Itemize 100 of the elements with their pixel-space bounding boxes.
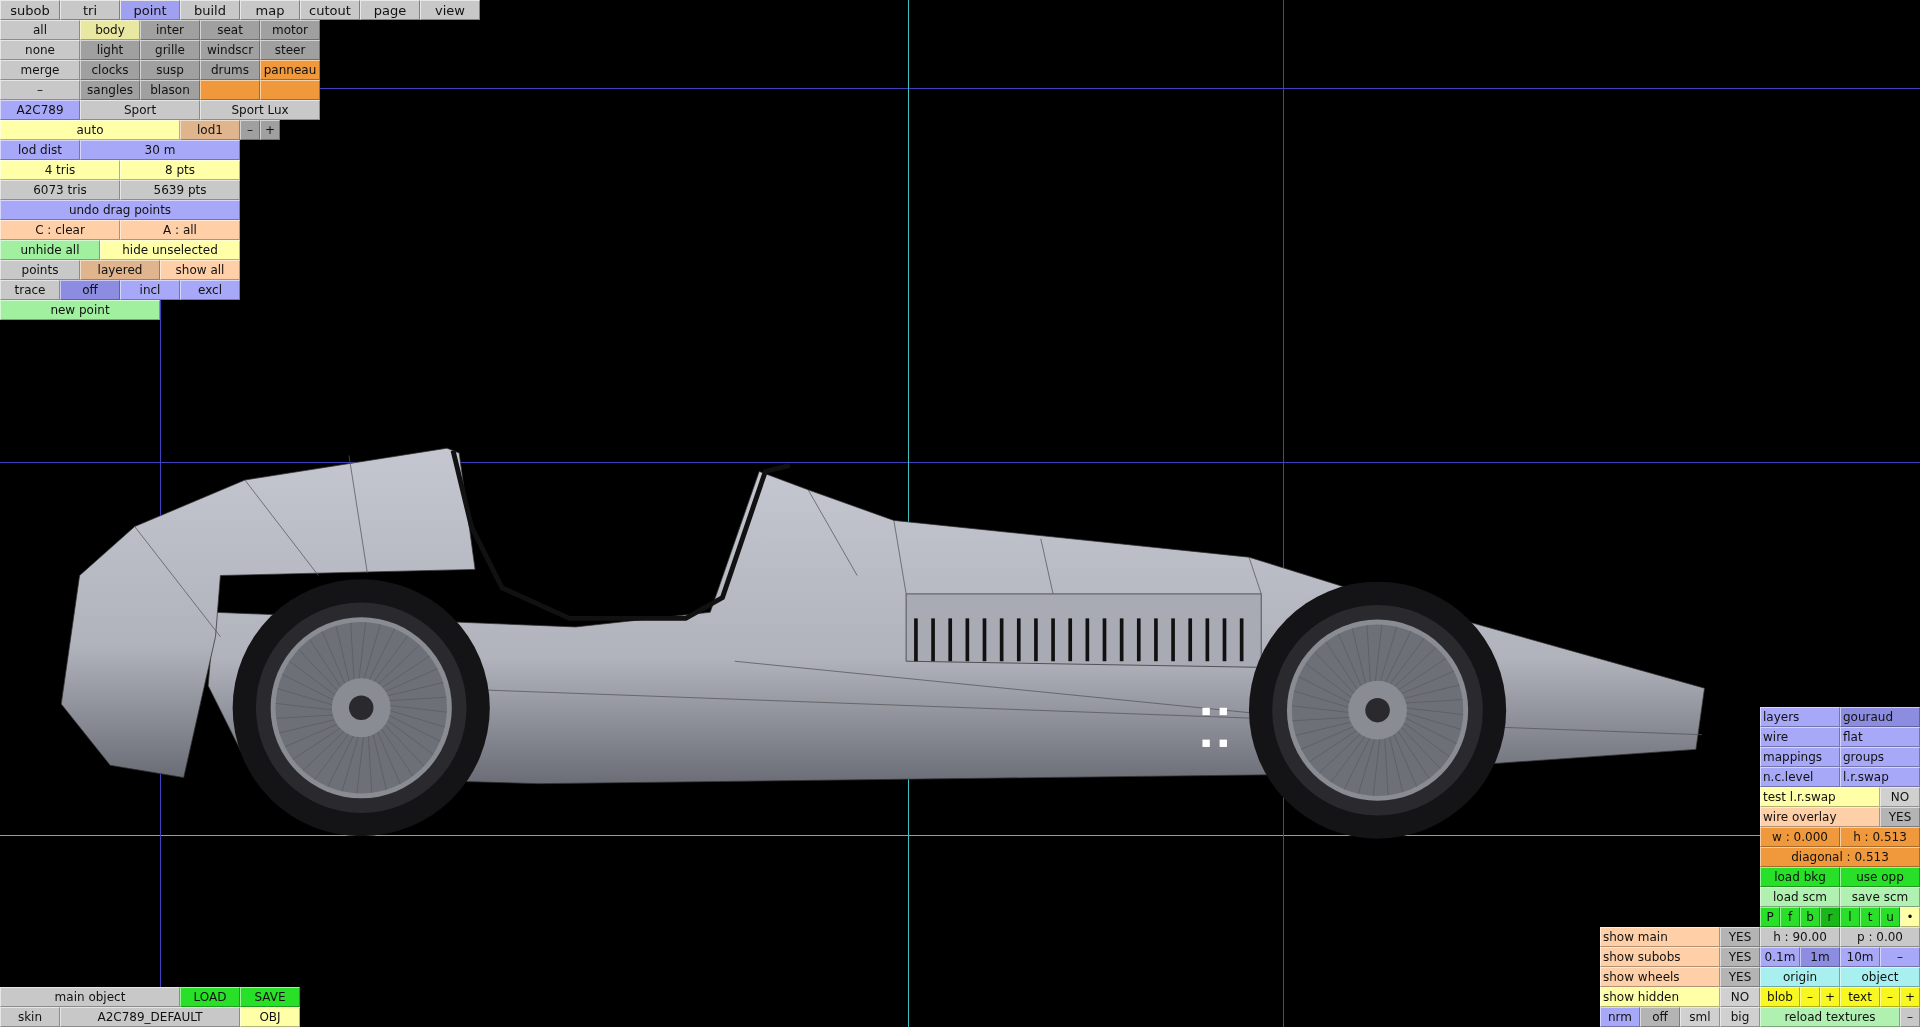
mode-tab[interactable]: subob xyxy=(0,0,60,20)
tool-button[interactable]: wire overlay xyxy=(1760,807,1880,827)
tool-button[interactable]: body xyxy=(80,20,140,40)
tool-button[interactable]: gouraud xyxy=(1840,707,1920,727)
tool-button[interactable]: A : all xyxy=(120,220,240,240)
tool-button[interactable]: P xyxy=(1760,907,1780,927)
tool-button[interactable]: lod1 xyxy=(180,120,240,140)
tool-button[interactable]: load bkg xyxy=(1760,867,1840,887)
tool-button[interactable]: flat xyxy=(1840,727,1920,747)
tool-button[interactable]: n.c.level xyxy=(1760,767,1840,787)
tool-button[interactable]: nrm xyxy=(1600,1007,1640,1027)
mode-tab[interactable]: cutout xyxy=(300,0,360,20)
tool-button[interactable]: grille xyxy=(140,40,200,60)
tool-button[interactable]: + xyxy=(1900,987,1920,1007)
tool-button[interactable]: • xyxy=(1900,907,1920,927)
blank-button[interactable] xyxy=(200,80,260,100)
tool-button[interactable]: skin xyxy=(0,1007,60,1027)
tool-button[interactable]: sangles xyxy=(80,80,140,100)
tool-button[interactable]: SAVE xyxy=(240,987,300,1007)
tool-button[interactable]: hide unselected xyxy=(100,240,240,260)
tool-button[interactable]: h : 0.513 xyxy=(1840,827,1920,847)
tool-button[interactable]: merge xyxy=(0,60,80,80)
tool-button[interactable]: 1m xyxy=(1800,947,1840,967)
tool-button[interactable]: panneau xyxy=(260,60,320,80)
tool-button[interactable]: groups xyxy=(1840,747,1920,767)
tool-button[interactable]: incl xyxy=(120,280,180,300)
tool-button[interactable]: layered xyxy=(80,260,160,280)
tool-button[interactable]: save scm xyxy=(1840,887,1920,907)
tool-button[interactable]: Sport Lux xyxy=(200,100,320,120)
tool-button[interactable]: l xyxy=(1840,907,1860,927)
tool-button[interactable]: susp xyxy=(140,60,200,80)
mode-tab[interactable]: tri xyxy=(60,0,120,20)
mode-tab[interactable]: point xyxy=(120,0,180,20)
tool-button[interactable]: b xyxy=(1800,907,1820,927)
tool-button[interactable]: – xyxy=(1880,987,1900,1007)
tool-button[interactable]: origin xyxy=(1760,967,1840,987)
tool-button[interactable]: blob xyxy=(1760,987,1800,1007)
tool-button[interactable]: l.r.swap xyxy=(1840,767,1920,787)
tool-button[interactable]: h : 90.00 xyxy=(1760,927,1840,947)
tool-button[interactable]: sml xyxy=(1680,1007,1720,1027)
tool-button[interactable]: auto xyxy=(0,120,180,140)
tool-button[interactable]: show subobs xyxy=(1600,947,1720,967)
tool-button[interactable]: show main xyxy=(1600,927,1720,947)
tool-button[interactable]: 6073 tris xyxy=(0,180,120,200)
tool-button[interactable]: clocks xyxy=(80,60,140,80)
tool-button[interactable]: YES xyxy=(1880,807,1920,827)
tool-button[interactable]: load scm xyxy=(1760,887,1840,907)
tool-button[interactable]: big xyxy=(1720,1007,1760,1027)
tool-button[interactable]: 30 m xyxy=(80,140,240,160)
tool-button[interactable]: mappings xyxy=(1760,747,1840,767)
tool-button[interactable]: 8 pts xyxy=(120,160,240,180)
mode-tab[interactable]: page xyxy=(360,0,420,20)
tool-button[interactable]: A2C789 xyxy=(0,100,80,120)
tool-button[interactable]: YES xyxy=(1720,927,1760,947)
tool-button[interactable]: YES xyxy=(1720,967,1760,987)
tool-button[interactable]: test l.r.swap xyxy=(1760,787,1880,807)
tool-button[interactable]: 0.1m xyxy=(1760,947,1800,967)
tool-button[interactable]: blason xyxy=(140,80,200,100)
tool-button[interactable]: show hidden xyxy=(1600,987,1720,1007)
tool-button[interactable]: trace xyxy=(0,280,60,300)
mode-tab[interactable]: view xyxy=(420,0,480,20)
blank-button[interactable] xyxy=(260,80,320,100)
tool-button[interactable]: points xyxy=(0,260,80,280)
tool-button[interactable]: YES xyxy=(1720,947,1760,967)
tool-button[interactable]: text xyxy=(1840,987,1880,1007)
tool-button[interactable]: A2C789_DEFAULT xyxy=(60,1007,240,1027)
tool-button[interactable]: NO xyxy=(1720,987,1760,1007)
tool-button[interactable]: 10m xyxy=(1840,947,1880,967)
tool-button[interactable]: + xyxy=(260,120,280,140)
tool-button[interactable]: LOAD xyxy=(180,987,240,1007)
tool-button[interactable]: windscr xyxy=(200,40,260,60)
tool-button[interactable]: reload textures xyxy=(1760,1007,1900,1027)
mode-tab[interactable]: build xyxy=(180,0,240,20)
tool-button[interactable]: main object xyxy=(0,987,180,1007)
tool-button[interactable]: 4 tris xyxy=(0,160,120,180)
mode-tab[interactable]: map xyxy=(240,0,300,20)
tool-button[interactable]: show all xyxy=(160,260,240,280)
tool-button[interactable]: – xyxy=(1880,947,1920,967)
tool-button[interactable]: use opp xyxy=(1840,867,1920,887)
tool-button[interactable]: t xyxy=(1860,907,1880,927)
tool-button[interactable]: – xyxy=(1800,987,1820,1007)
tool-button[interactable]: show wheels xyxy=(1600,967,1720,987)
tool-button[interactable]: C : clear xyxy=(0,220,120,240)
tool-button[interactable]: w : 0.000 xyxy=(1760,827,1840,847)
tool-button[interactable]: f xyxy=(1780,907,1800,927)
tool-button[interactable]: object xyxy=(1840,967,1920,987)
tool-button[interactable]: none xyxy=(0,40,80,60)
tool-button[interactable]: new point xyxy=(0,300,160,320)
tool-button[interactable]: u xyxy=(1880,907,1900,927)
tool-button[interactable]: inter xyxy=(140,20,200,40)
tool-button[interactable]: r xyxy=(1820,907,1840,927)
tool-button[interactable]: – xyxy=(240,120,260,140)
tool-button[interactable]: excl xyxy=(180,280,240,300)
tool-button[interactable]: – xyxy=(0,80,80,100)
tool-button[interactable]: p : 0.00 xyxy=(1840,927,1920,947)
tool-button[interactable]: seat xyxy=(200,20,260,40)
tool-button[interactable]: – xyxy=(1900,1007,1920,1027)
tool-button[interactable]: + xyxy=(1820,987,1840,1007)
tool-button[interactable]: lod dist xyxy=(0,140,80,160)
tool-button[interactable]: NO xyxy=(1880,787,1920,807)
